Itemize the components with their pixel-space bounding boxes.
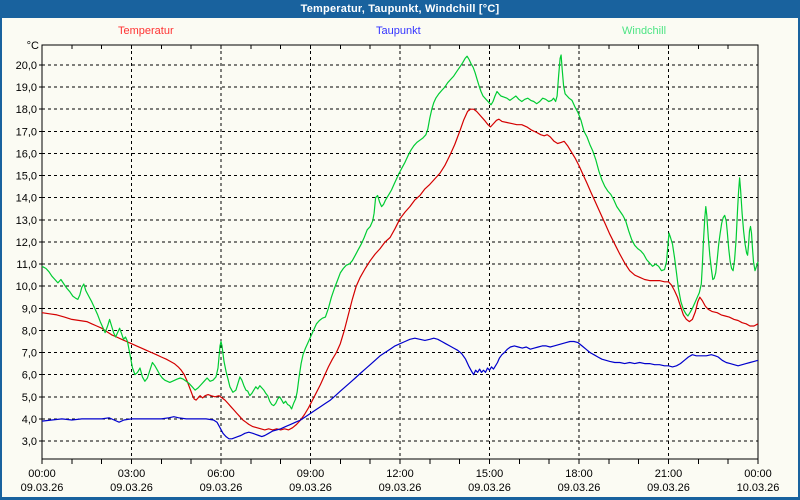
x-tick-time-label: 06:00 <box>207 468 235 480</box>
y-axis-unit-label: °C <box>27 40 39 52</box>
y-tick-label: 7,0 <box>22 348 37 360</box>
y-tick-label: 8,0 <box>22 325 37 337</box>
x-tick-time-label: 09:00 <box>297 468 325 480</box>
x-tick-time-label: 03:00 <box>118 468 146 480</box>
y-tick-label: 9,0 <box>22 303 37 315</box>
y-tick-label: 3,0 <box>22 436 37 448</box>
x-tick-date-label: 09.03.26 <box>200 482 243 494</box>
y-tick-label: 6,0 <box>22 370 37 382</box>
x-tick-time-label: 12:00 <box>386 468 414 480</box>
y-tick-label: 18,0 <box>16 104 37 116</box>
y-tick-label: 20,0 <box>16 60 37 72</box>
y-tick-label: 4,0 <box>22 414 37 426</box>
window-titlebar: Temperatur, Taupunkt, Windchill [°C] <box>2 2 798 18</box>
x-tick-time-label: 00:00 <box>28 468 56 480</box>
window-title: Temperatur, Taupunkt, Windchill [°C] <box>301 3 500 15</box>
chart-window: Temperatur, Taupunkt, Windchill [°C] Tem… <box>0 0 800 500</box>
x-tick-time-label: 00:00 <box>744 468 772 480</box>
x-tick-date-label: 09.03.26 <box>468 482 511 494</box>
y-tick-label: 13,0 <box>16 215 37 227</box>
x-tick-date-label: 09.03.26 <box>647 482 690 494</box>
y-tick-label: 15,0 <box>16 171 37 183</box>
x-tick-date-label: 10.03.26 <box>737 482 780 494</box>
chart-plot: 20,0 19,0 18,0 17,0 16,0 15,0 14,0 13,0 12,0 11,0… <box>2 18 798 497</box>
y-tick-label: 17,0 <box>16 126 37 138</box>
y-tick-label: 5,0 <box>22 392 37 404</box>
x-tick-date-label: 09.03.26 <box>558 482 601 494</box>
y-tick-label: 16,0 <box>16 148 37 160</box>
x-tick-date-label: 09.03.26 <box>110 482 153 494</box>
y-tick-label: 14,0 <box>16 193 37 205</box>
x-tick-time-label: 21:00 <box>655 468 683 480</box>
y-tick-label: 12,0 <box>16 237 37 249</box>
y-tick-label: 11,0 <box>16 259 37 271</box>
x-tick-time-label: 18:00 <box>565 468 593 480</box>
x-tick-date-label: 09.03.26 <box>21 482 64 494</box>
x-tick-date-label: 09.03.26 <box>289 482 332 494</box>
chart-content-area: Temperatur Taupunkt Windchill 20,019,018… <box>2 18 798 497</box>
x-tick-time-label: 15:00 <box>476 468 504 480</box>
y-tick-label: 19,0 <box>16 82 37 94</box>
y-tick-label: 10,0 <box>16 281 37 293</box>
x-tick-date-label: 09.03.26 <box>379 482 422 494</box>
